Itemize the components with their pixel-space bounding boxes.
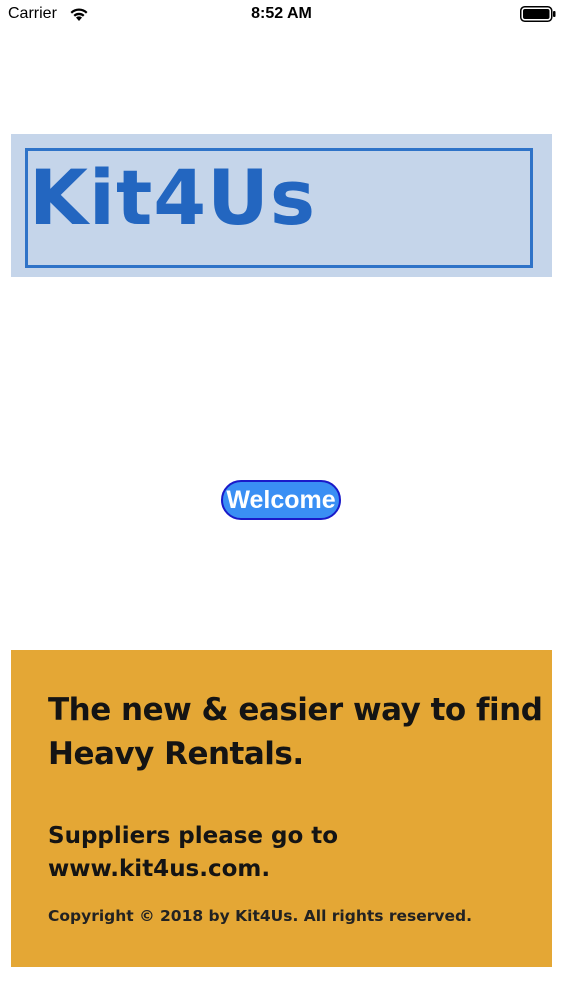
status-bar: Carrier 8:52 AM: [0, 0, 563, 30]
promo-suppliers-text: Suppliers please go to www.kit4us.com.: [48, 820, 528, 886]
promo-suppliers-line-1: Suppliers please go to: [48, 823, 339, 849]
status-time: 8:52 AM: [251, 5, 312, 22]
promo-banner: The new & easier way to find Heavy Renta…: [11, 650, 552, 967]
promo-headline: The new & easier way to find Heavy Renta…: [48, 688, 548, 776]
logo-text: Kit4Us: [29, 153, 317, 242]
promo-headline-line-2: Heavy Rentals.: [48, 736, 304, 772]
copyright-text: Copyright © 2018 by Kit4Us. All rights r…: [48, 907, 473, 925]
promo-suppliers-line-2: www.kit4us.com.: [48, 856, 271, 882]
battery-icon: [520, 6, 556, 22]
promo-headline-line-1: The new & easier way to find: [48, 692, 543, 728]
welcome-button[interactable]: Welcome: [221, 480, 341, 520]
logo-banner: Kit4Us: [11, 134, 552, 277]
